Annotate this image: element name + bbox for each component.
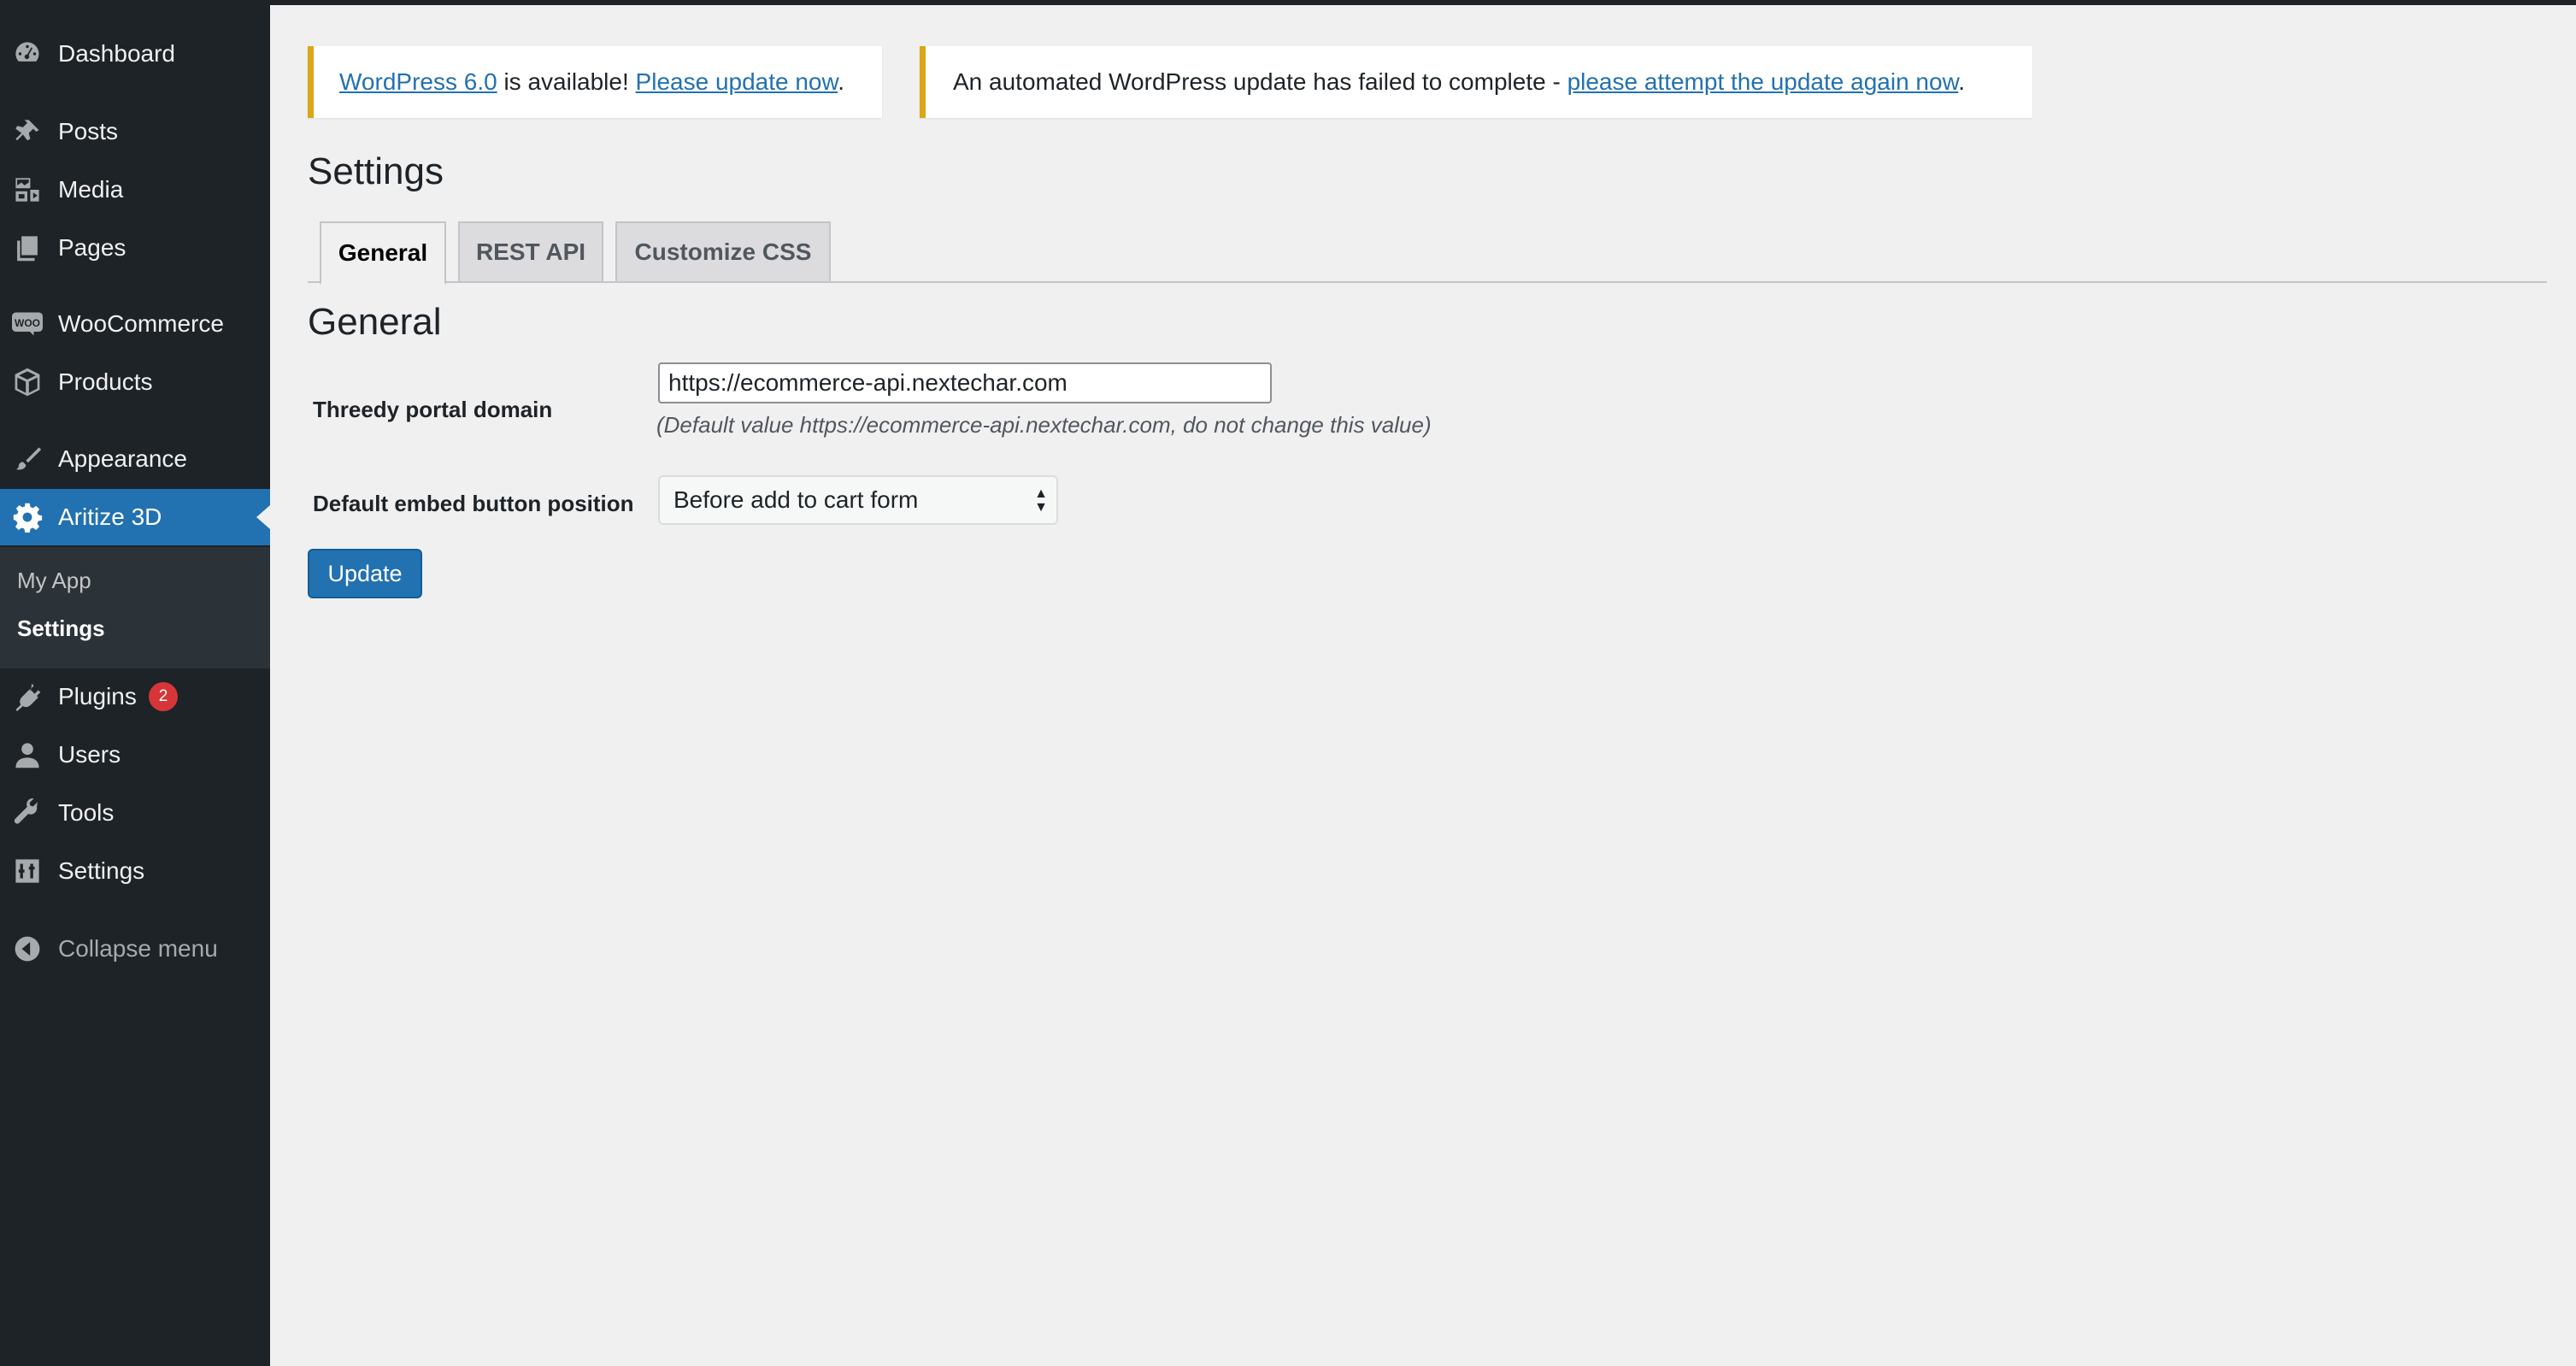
notice-text-end: . [838,68,844,95]
notice-text-end: . [1958,68,1966,95]
portal-domain-description: (Default value https://ecommerce-api.nex… [656,412,1432,438]
paintbrush-icon [10,442,44,476]
woocommerce-icon: WOO [10,307,44,341]
gear-icon [10,500,44,534]
select-arrows-icon: ▲ ▼ [1034,486,1048,515]
admin-top-bar [0,0,2576,5]
sidebar-item-media[interactable]: Media [0,162,270,218]
update-button[interactable]: Update [308,549,422,598]
sidebar-item-label: Posts [58,118,119,144]
sidebar-item-label: Pages [58,234,126,261]
aritize-submenu: My App Settings [0,547,270,668]
sidebar-item-aritize-3d[interactable]: Aritize 3D [0,489,270,545]
sidebar-item-label: Media [58,176,124,203]
update-available-notice: WordPress 6.0 is available! Please updat… [308,46,882,118]
portal-domain-label: Threedy portal domain [313,397,553,422]
submenu-item-my-app[interactable]: My App [17,568,91,594]
sidebar-item-label: Collapse menu [58,935,218,962]
portal-domain-input[interactable] [658,362,1272,403]
section-title: General [308,301,442,343]
plugins-update-badge: 2 [149,682,178,711]
notice-text: is available! [497,68,636,95]
user-icon [10,738,44,772]
tab-general[interactable]: General [320,221,446,285]
embed-position-selected-value: Before add to cart form [673,486,919,513]
wordpress-version-link[interactable]: WordPress 6.0 [339,68,497,95]
wrench-icon [10,796,44,830]
tab-rest-api[interactable]: REST API [458,221,603,283]
sidebar-item-settings[interactable]: Settings [0,843,270,899]
embed-position-label: Default embed button position [313,491,634,516]
sidebar-item-posts[interactable]: Posts [0,103,270,160]
pages-icon [10,231,44,265]
tab-customize-css[interactable]: Customize CSS [615,221,831,283]
please-update-now-link[interactable]: Please update now [636,68,838,95]
embed-position-select[interactable]: Before add to cart form ▲ ▼ [658,475,1058,525]
update-failed-notice: An automated WordPress update has failed… [920,46,2032,118]
sidebar-item-label: WooCommerce [58,310,224,337]
pushpin-icon [10,115,44,149]
collapse-icon [10,932,44,966]
box-icon [10,365,44,399]
sidebar-item-dashboard[interactable]: Dashboard [0,26,270,82]
dashboard-icon [10,37,44,71]
sliders-icon [10,854,44,888]
sidebar-item-tools[interactable]: Tools [0,785,270,841]
plug-icon [10,680,44,714]
sidebar-item-pages[interactable]: Pages [0,220,270,276]
current-menu-arrow [256,505,270,529]
sidebar-item-appearance[interactable]: Appearance [0,431,270,487]
media-icon [10,173,44,207]
sidebar-item-plugins[interactable]: Plugins 2 [0,668,270,725]
sidebar-item-label: Appearance [58,445,188,472]
page-title: Settings [308,150,444,192]
sidebar-item-products[interactable]: Products [0,354,270,410]
notice-text: An automated WordPress update has failed… [953,68,1567,95]
sidebar-item-woocommerce[interactable]: WOO WooCommerce [0,296,270,352]
sidebar-item-label: Users [58,741,121,768]
attempt-update-again-link[interactable]: please attempt the update again now [1567,68,1959,95]
svg-text:WOO: WOO [15,317,40,329]
sidebar-item-label: Settings [58,857,145,884]
sidebar-item-label: Plugins [58,683,137,709]
sidebar-item-users[interactable]: Users [0,727,270,783]
sidebar-item-label: Aritize 3D [58,503,162,530]
admin-sidebar: Dashboard Posts Media Pages WOO WooComme… [0,0,270,1366]
sidebar-item-label: Tools [58,799,115,826]
sidebar-item-label: Products [58,368,153,395]
sidebar-item-label: Dashboard [58,40,175,67]
submenu-item-settings[interactable]: Settings [17,615,105,642]
collapse-menu-button[interactable]: Collapse menu [0,921,270,977]
